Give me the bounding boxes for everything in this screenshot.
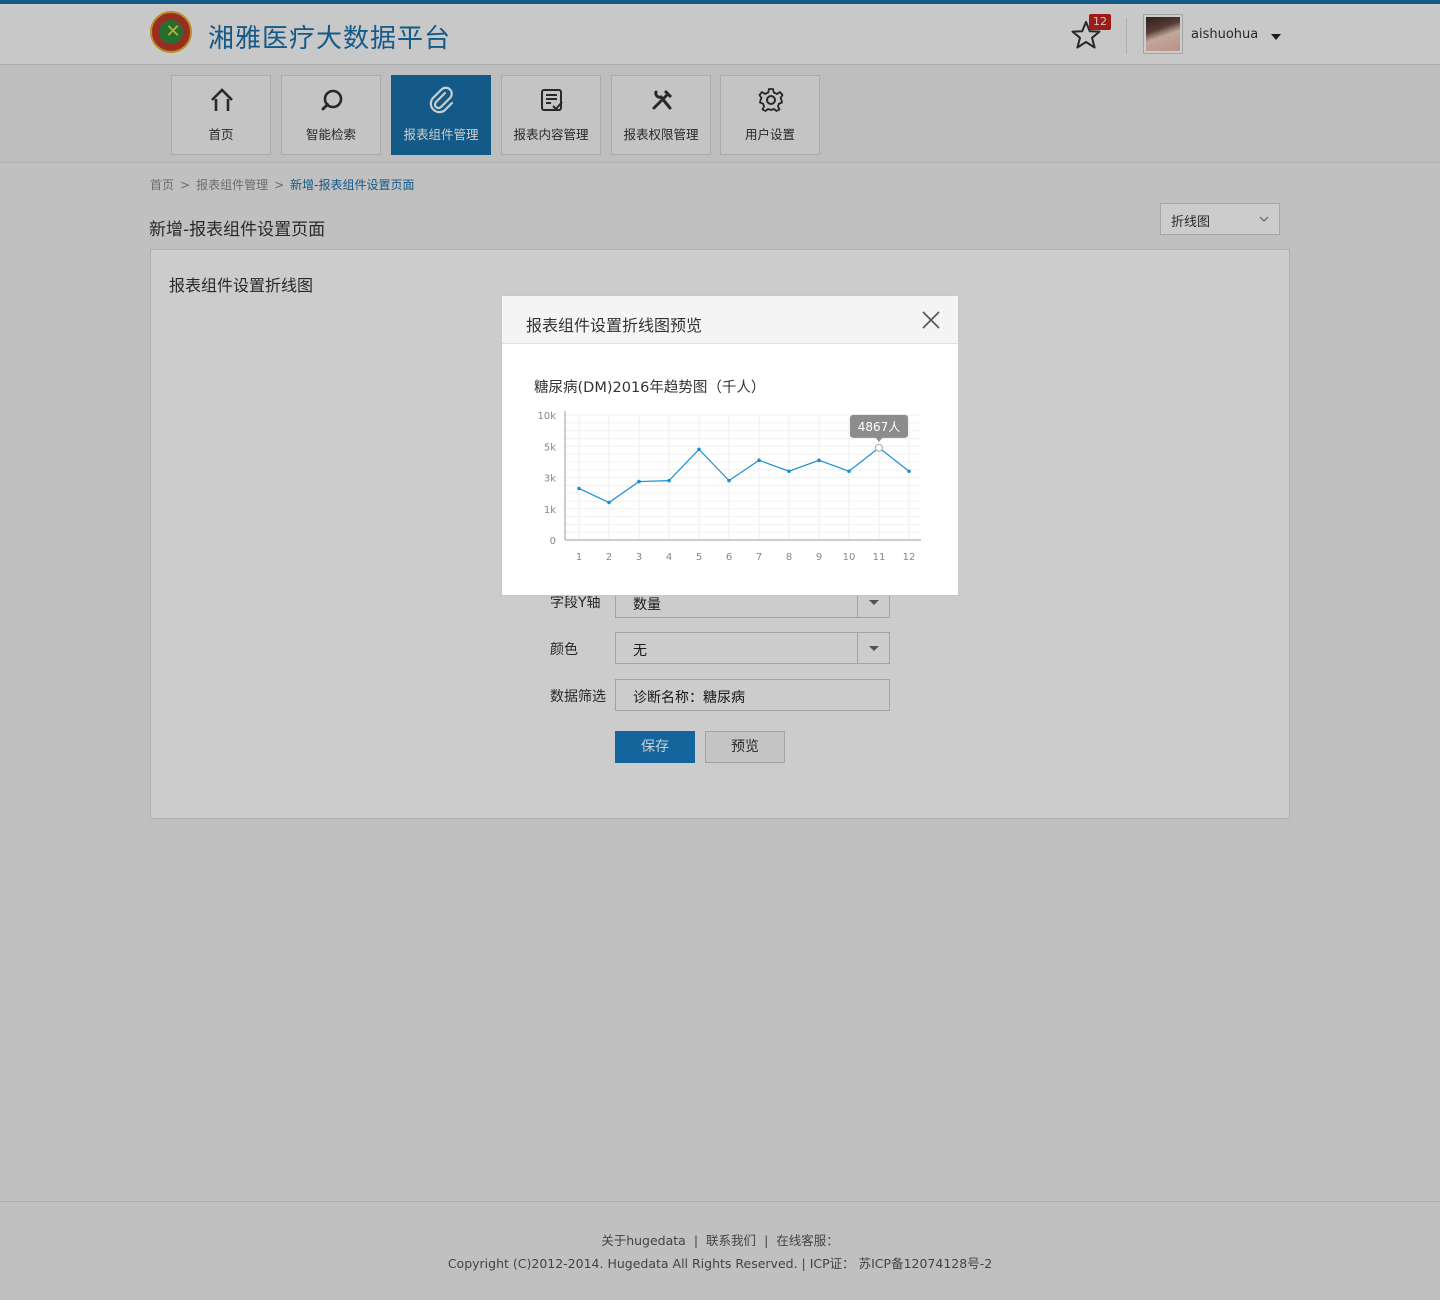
x-tick-label: 5 [696, 552, 702, 563]
data-point [847, 469, 851, 474]
data-point [757, 458, 761, 463]
data-point [727, 478, 731, 483]
tooltip-label: 4867人 [858, 420, 901, 434]
data-point [577, 486, 581, 491]
x-tick-label: 12 [903, 552, 916, 563]
x-tick-label: 4 [666, 552, 672, 563]
x-tick-label: 1 [576, 552, 582, 563]
data-point [607, 500, 611, 505]
x-tick-label: 8 [786, 552, 792, 563]
x-tick-label: 2 [606, 552, 612, 563]
data-point [667, 478, 671, 483]
y-tick-label: 3k [544, 474, 556, 485]
preview-modal: 报表组件设置折线图预览 糖尿病(DM)2016年趋势图（千人） 0 1k 3k 5k 1… [501, 295, 959, 596]
x-tick-label: 7 [756, 552, 762, 563]
x-tick-label: 11 [873, 552, 886, 563]
y-tick-label: 5k [544, 442, 556, 453]
tooltip-pointer [875, 436, 883, 442]
data-point [697, 447, 701, 452]
modal-title: 报表组件设置折线图预览 [526, 316, 703, 335]
x-tick-label: 10 [843, 552, 856, 563]
data-point-highlight [875, 443, 883, 452]
series-line [578, 447, 910, 504]
chart-title: 糖尿病(DM)2016年趋势图（千人） [534, 380, 766, 396]
data-point [637, 479, 641, 484]
x-tick-label: 6 [726, 552, 732, 563]
x-tick-label: 3 [636, 552, 642, 563]
y-tick-label: 10k [537, 411, 556, 422]
y-tick-label: 0 [550, 536, 556, 547]
data-point [817, 458, 821, 463]
modal-overlay[interactable] [0, 0, 1440, 1300]
line-chart: 01k3k5k10k1 2 3 4 5 6 7 8 9 10 11 124867人 [537, 411, 921, 563]
data-point [907, 469, 911, 474]
close-icon[interactable] [920, 309, 942, 331]
y-tick-label: 1k [544, 505, 556, 516]
data-point [787, 469, 791, 474]
modal-header: 报表组件设置折线图预览 [502, 296, 958, 344]
x-tick-label: 9 [816, 552, 822, 563]
